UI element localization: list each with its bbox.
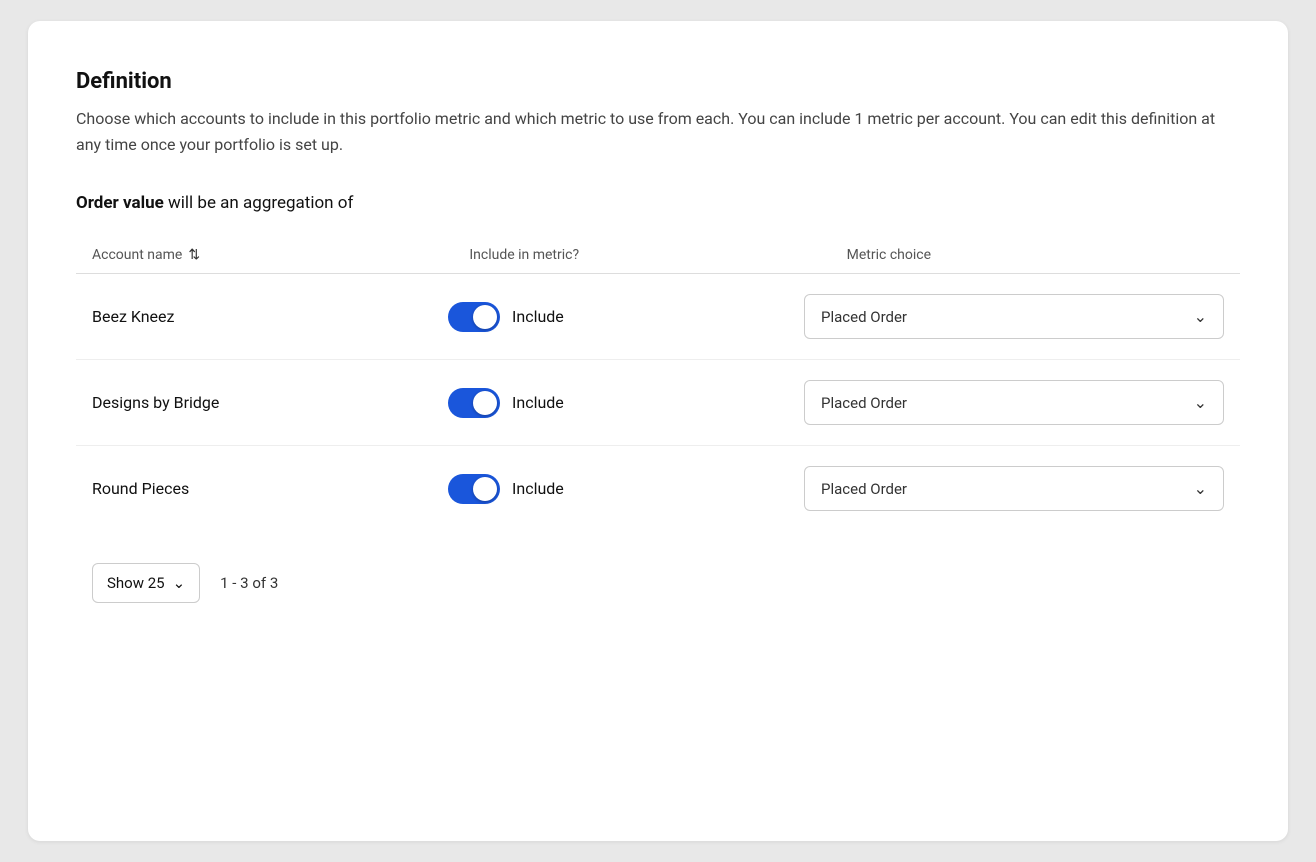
toggle-designs-bridge[interactable] — [448, 388, 500, 418]
metric-value-beez-kneez: Placed Order — [821, 308, 1194, 326]
toggle-slider — [448, 474, 500, 504]
toggle-slider — [448, 388, 500, 418]
chevron-down-icon: ⌄ — [1194, 393, 1207, 412]
aggregation-metric: Order value — [76, 193, 164, 213]
toggle-cell-beez-kneez: Include — [448, 302, 804, 332]
toggle-round-pieces[interactable] — [448, 474, 500, 504]
column-include-label: Include in metric? — [469, 247, 579, 263]
definition-card: Definition Choose which accounts to incl… — [28, 21, 1288, 841]
metric-value-round-pieces: Placed Order — [821, 480, 1194, 498]
pagination-row: Show 25 ⌄ 1 - 3 of 3 — [76, 563, 1240, 603]
page-description: Choose which accounts to include in this… — [76, 106, 1240, 157]
column-header-account-name: Account name ⇅ — [92, 247, 469, 263]
account-name-beez-kneez: Beez Kneez — [92, 307, 448, 326]
metric-select-designs-bridge[interactable]: Placed Order ⌄ — [804, 380, 1224, 425]
table-header: Account name ⇅ Include in metric? Metric… — [76, 237, 1240, 274]
toggle-cell-designs-bridge: Include — [448, 388, 804, 418]
show-select-label: Show 25 — [107, 574, 165, 592]
toggle-slider — [448, 302, 500, 332]
toggle-beez-kneez[interactable] — [448, 302, 500, 332]
aggregation-intro: will be an aggregation of — [168, 193, 353, 213]
toggle-cell-round-pieces: Include — [448, 474, 804, 504]
account-name-round-pieces: Round Pieces — [92, 479, 448, 498]
page-title: Definition — [76, 69, 1240, 94]
metric-select-round-pieces[interactable]: Placed Order ⌄ — [804, 466, 1224, 511]
column-header-metric-choice: Metric choice — [847, 247, 1224, 263]
show-chevron-icon: ⌄ — [173, 574, 186, 592]
table-row: Round Pieces Include Placed Order ⌄ — [76, 446, 1240, 531]
table-row: Beez Kneez Include Placed Order ⌄ — [76, 274, 1240, 360]
column-header-include: Include in metric? — [469, 247, 846, 263]
column-account-name-label: Account name — [92, 247, 182, 263]
table-row: Designs by Bridge Include Placed Order ⌄ — [76, 360, 1240, 446]
metric-value-designs-bridge: Placed Order — [821, 394, 1194, 412]
include-label-beez-kneez: Include — [512, 307, 564, 326]
pagination-range: 1 - 3 of 3 — [220, 574, 278, 592]
show-select[interactable]: Show 25 ⌄ — [92, 563, 200, 603]
include-label-round-pieces: Include — [512, 479, 564, 498]
accounts-table: Account name ⇅ Include in metric? Metric… — [76, 237, 1240, 531]
metric-select-beez-kneez[interactable]: Placed Order ⌄ — [804, 294, 1224, 339]
account-name-designs-bridge: Designs by Bridge — [92, 393, 448, 412]
aggregation-label: Order value will be an aggregation of — [76, 193, 1240, 213]
include-label-designs-bridge: Include — [512, 393, 564, 412]
column-metric-choice-label: Metric choice — [847, 247, 931, 263]
sort-icon[interactable]: ⇅ — [188, 247, 200, 263]
chevron-down-icon: ⌄ — [1194, 307, 1207, 326]
chevron-down-icon: ⌄ — [1194, 479, 1207, 498]
